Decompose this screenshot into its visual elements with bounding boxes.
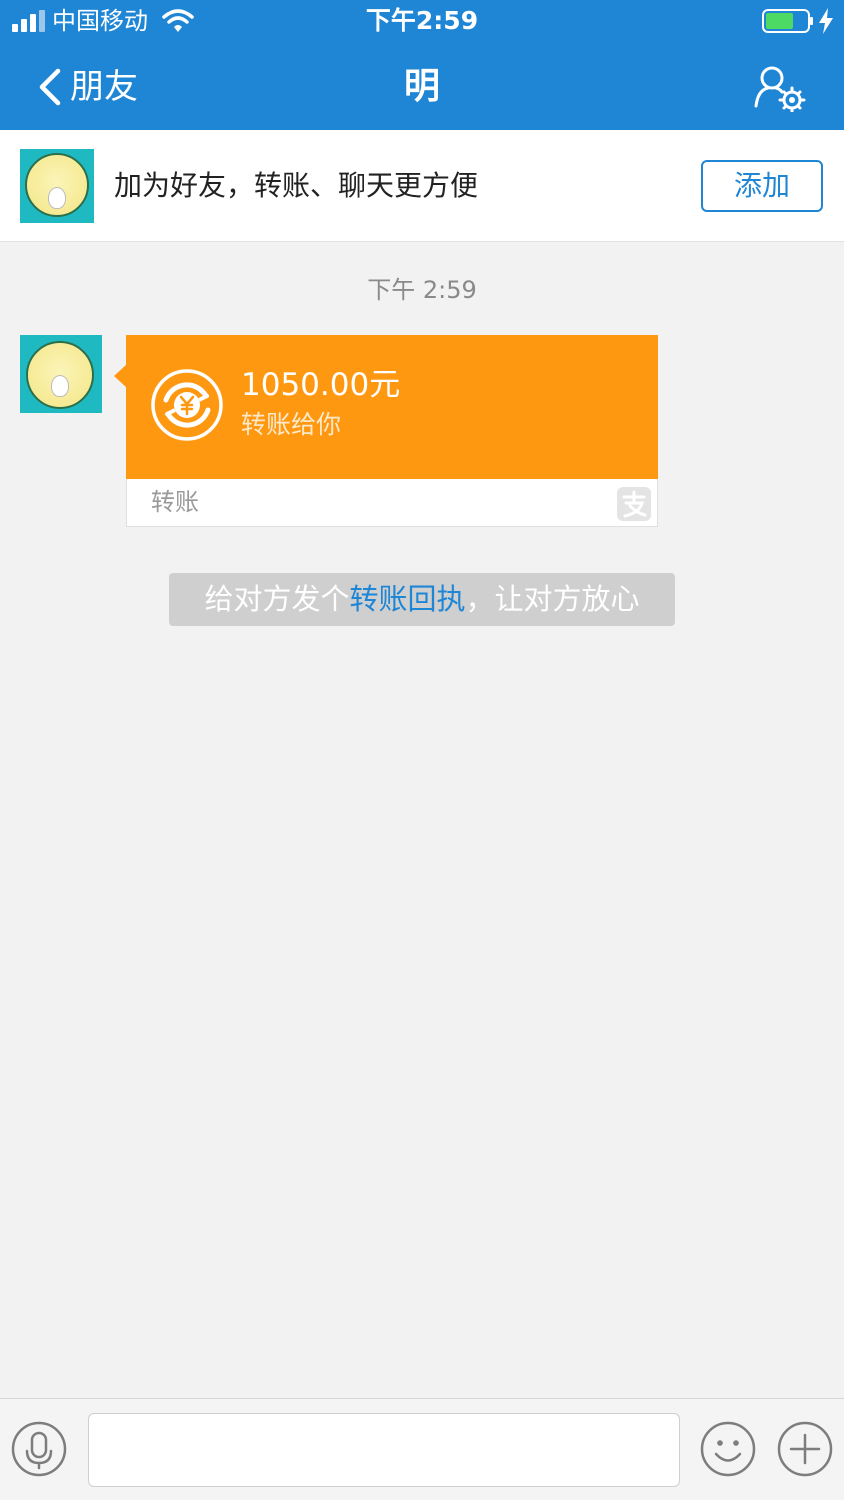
voice-input-button[interactable] <box>11 1421 67 1477</box>
yuan-transfer-icon <box>151 369 223 441</box>
transfer-card-body: 1050.00元 转账给你 <box>126 335 658 479</box>
page-title: 明 <box>403 66 440 107</box>
add-friend-button[interactable]: 添加 <box>701 160 823 212</box>
avatar-chick <box>51 375 69 397</box>
status-bar: 中国移动 下午2:59 <box>0 0 844 44</box>
battery-icon <box>762 9 813 33</box>
header: 中国移动 下午2:59 朋友 明 <box>0 0 844 130</box>
nav-bar: 朋友 明 <box>0 44 844 130</box>
add-friend-prompt: 加为好友，转账、聊天更方便 <box>114 169 479 202</box>
sender-avatar[interactable] <box>20 335 102 413</box>
avatar[interactable] <box>20 149 94 223</box>
more-options-button[interactable] <box>777 1421 833 1477</box>
chat-input-bar <box>0 1398 844 1500</box>
add-friend-banner: 加为好友，转账、聊天更方便 添加 <box>0 130 844 242</box>
hint-prefix: 给对方发个 <box>204 582 350 616</box>
message-timestamp: 下午 2:59 <box>367 276 477 304</box>
transfer-card-footer: 转账 <box>126 479 658 527</box>
transfer-amount: 1050.00元 <box>241 367 401 403</box>
bubble-tail <box>114 365 126 387</box>
transfer-subtitle: 转账给你 <box>241 410 342 439</box>
hint-suffix: ，让对方放心 <box>465 582 640 616</box>
alipay-icon <box>617 487 651 521</box>
emoji-button[interactable] <box>700 1421 756 1477</box>
avatar-chick <box>48 187 66 209</box>
user-settings-icon[interactable] <box>752 64 808 112</box>
charging-icon <box>819 8 833 34</box>
message-input[interactable] <box>88 1413 680 1487</box>
transfer-card[interactable]: 1050.00元 转账给你 转账 <box>114 335 658 527</box>
status-time: 下午2:59 <box>365 6 479 35</box>
transfer-type-label: 转账 <box>151 488 199 516</box>
transfer-receipt-link[interactable]: 转账回执 <box>349 582 465 616</box>
receipt-hint: 给对方发个转账回执，让对方放心 <box>169 573 675 626</box>
